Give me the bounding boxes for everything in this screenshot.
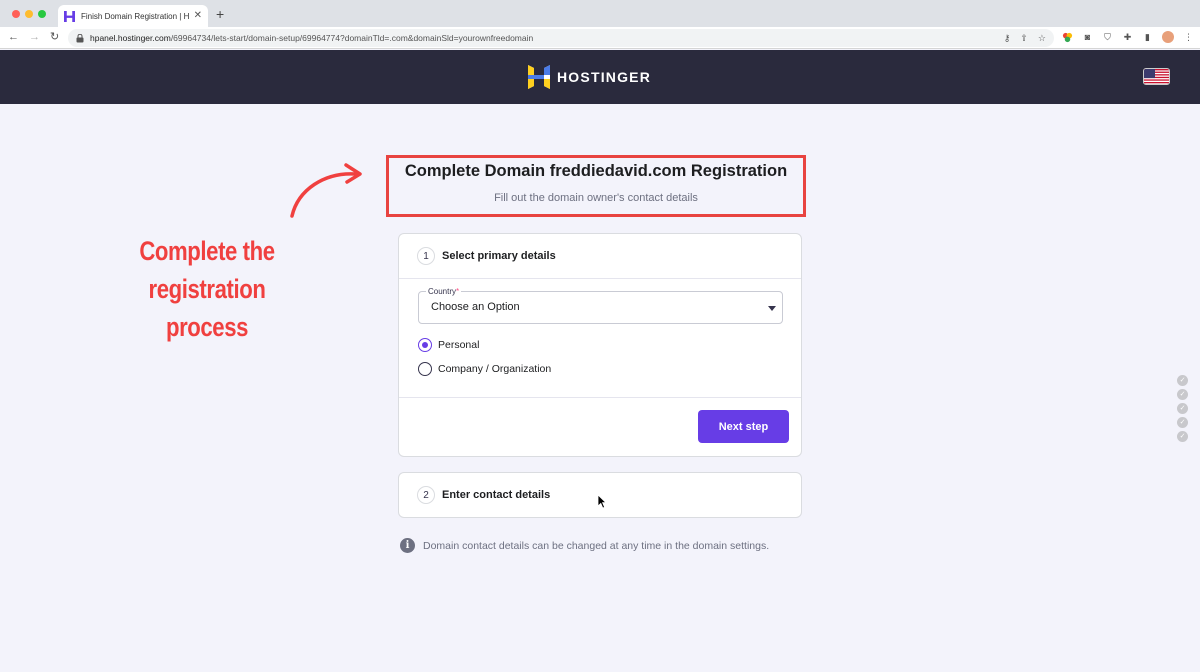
brand-name: HOSTINGER	[557, 69, 652, 85]
annotation-line-2: process	[165, 312, 249, 342]
country-select[interactable]: Country* Choose an Option	[418, 287, 783, 324]
hostinger-logo-icon	[528, 65, 550, 89]
forward-arrow-icon[interactable]: →	[29, 30, 40, 44]
maximize-window-button[interactable]	[38, 10, 46, 18]
new-tab-button[interactable]: +	[216, 7, 224, 21]
tab-title: Finish Domain Registration | H…	[81, 11, 190, 21]
browser-tab[interactable]: Finish Domain Registration | H… ✕	[58, 5, 208, 27]
url-host: hpanel.hostinger.com	[90, 33, 171, 43]
step-1-card: 1 Select primary details Country* Choose…	[398, 233, 802, 457]
reload-icon[interactable]: ↻	[50, 30, 59, 44]
annotation-arrow-icon	[290, 163, 362, 218]
step-1-label: Select primary details	[442, 250, 556, 262]
browser-tab-bar: Finish Domain Registration | H… ✕ +	[0, 0, 1200, 27]
check-icon: ✓	[1177, 389, 1188, 400]
check-icon: ✓	[1177, 403, 1188, 414]
minimize-window-button[interactable]	[25, 10, 33, 18]
close-window-button[interactable]	[12, 10, 20, 18]
check-icon: ✓	[1177, 417, 1188, 428]
info-note: i Domain contact details can be changed …	[400, 538, 769, 553]
avatar[interactable]	[1162, 31, 1174, 43]
radio-personal-circle[interactable]	[418, 338, 432, 352]
info-icon: i	[400, 538, 415, 553]
url-path: /69964734/lets-start/domain-setup/699647…	[170, 33, 534, 43]
share-icon[interactable]: ⇪	[1020, 33, 1028, 43]
puzzle-icon[interactable]: ✚	[1122, 32, 1133, 43]
check-icon: ✓	[1177, 375, 1188, 386]
star-icon[interactable]: ☆	[1038, 33, 1046, 43]
back-arrow-icon[interactable]: ←	[8, 30, 19, 44]
annotation-text: Complete the registration process	[80, 232, 334, 346]
next-step-button[interactable]: Next step	[698, 410, 789, 443]
extension-colorful-icon[interactable]	[1062, 32, 1073, 43]
radio-company-circle[interactable]	[418, 362, 432, 376]
sidebar-icon[interactable]: ▮	[1142, 32, 1153, 43]
annotation-line-1: Complete the registration	[139, 236, 275, 304]
tab-close-icon[interactable]: ✕	[194, 11, 202, 21]
camera-icon[interactable]: ◙	[1082, 32, 1093, 43]
country-select-value: Choose an Option	[431, 301, 520, 313]
step-2-label: Enter contact details	[442, 489, 551, 501]
site-header: HOSTINGER	[0, 50, 1200, 104]
chevron-down-icon	[768, 306, 776, 311]
radio-personal[interactable]: Personal	[418, 338, 479, 352]
progress-checklist: ✓ ✓ ✓ ✓ ✓	[1177, 375, 1188, 442]
step-2-header: 2 Enter contact details	[417, 486, 550, 504]
step-2-number: 2	[417, 486, 435, 504]
page-title: Complete Domain freddiedavid.com Registr…	[404, 162, 788, 180]
key-icon[interactable]: ⚷	[1004, 33, 1011, 43]
url-text: hpanel.hostinger.com/69964734/lets-start…	[90, 33, 1004, 43]
check-icon: ✓	[1177, 431, 1188, 442]
radio-personal-label: Personal	[438, 339, 480, 351]
required-asterisk: *	[456, 287, 460, 296]
divider	[399, 397, 801, 398]
shield-icon[interactable]: ⛉	[1102, 32, 1113, 43]
radio-company-label: Company / Organization	[438, 363, 552, 375]
country-label-text: Country	[428, 287, 457, 296]
browser-toolbar: ← → ↻ hpanel.hostinger.com/69964734/lets…	[0, 27, 1200, 49]
info-text: Domain contact details can be changed at…	[423, 539, 770, 552]
more-icon[interactable]: ⋮	[1183, 32, 1194, 43]
address-bar[interactable]: hpanel.hostinger.com/69964734/lets-start…	[68, 29, 1054, 47]
hostinger-favicon-icon	[64, 10, 75, 22]
radio-company[interactable]: Company / Organization	[418, 362, 551, 376]
step-1-header: 1 Select primary details	[417, 247, 556, 265]
page-subtitle: Fill out the domain owner's contact deta…	[494, 192, 698, 204]
step-1-number: 1	[417, 247, 435, 265]
mouse-cursor-icon	[597, 494, 607, 509]
divider	[399, 278, 801, 279]
brand-logo[interactable]: HOSTINGER	[528, 65, 651, 89]
us-flag-icon[interactable]	[1143, 68, 1170, 85]
country-label: Country*	[426, 287, 462, 296]
lock-icon	[76, 33, 84, 42]
